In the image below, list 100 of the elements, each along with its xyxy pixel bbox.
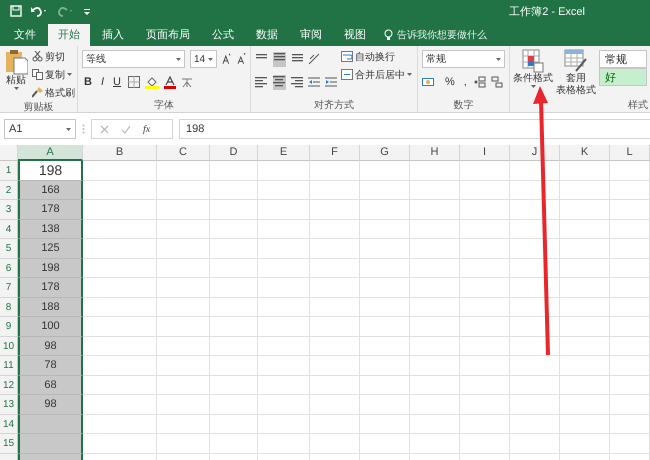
column-header[interactable]: J: [510, 145, 560, 161]
column-header[interactable]: H: [410, 145, 460, 161]
tell-me-field[interactable]: 告诉我你想要做什么: [384, 24, 487, 46]
table-cell: [510, 434, 560, 454]
table-cell: [310, 258, 360, 278]
row-header[interactable]: 3: [0, 200, 18, 220]
table-cell: [157, 298, 210, 317]
table-cell: [258, 414, 310, 434]
column-header[interactable]: K: [560, 145, 610, 161]
table-cell: [210, 180, 258, 200]
font-color-icon[interactable]: [164, 76, 176, 88]
copy-button[interactable]: 复制: [32, 67, 75, 82]
table-cell: [210, 220, 258, 239]
column-header[interactable]: E: [258, 145, 310, 161]
formula-input[interactable]: 198: [179, 119, 650, 139]
column-header[interactable]: C: [157, 145, 210, 161]
table-cell: [610, 278, 650, 298]
row-header[interactable]: 13: [0, 395, 18, 414]
bold-button[interactable]: B: [82, 76, 94, 88]
row-header[interactable]: 11: [0, 356, 18, 376]
column-header[interactable]: I: [460, 145, 510, 161]
ribbon-tab[interactable]: 文件: [4, 24, 46, 46]
paste-button[interactable]: 粘贴: [4, 49, 28, 100]
format-as-table-button[interactable]: 套用 表格格式: [556, 49, 596, 98]
underline-button[interactable]: U: [111, 76, 123, 88]
table-cell: [210, 200, 258, 220]
row-header[interactable]: 7: [0, 278, 18, 298]
row-header[interactable]: 6: [0, 258, 18, 278]
align-right-icon[interactable]: [291, 76, 304, 88]
cell-style-option[interactable]: 好: [599, 68, 647, 86]
table-cell: 68: [18, 376, 83, 395]
row-header[interactable]: 4: [0, 220, 18, 239]
phonetic-icon[interactable]: [180, 76, 193, 88]
insert-function-button[interactable]: fx: [143, 124, 150, 134]
row-header[interactable]: 12: [0, 376, 18, 395]
table-cell: [560, 278, 610, 298]
cut-button[interactable]: 剪切: [32, 49, 75, 64]
table-cell: [360, 258, 410, 278]
table-cell: [258, 434, 310, 454]
font-size-dropdown[interactable]: 14: [190, 50, 217, 68]
cell-style-option[interactable]: 常规: [599, 50, 647, 68]
borders-icon[interactable]: [128, 76, 140, 88]
row-header[interactable]: 15: [0, 434, 18, 454]
align-center-icon[interactable]: [273, 74, 286, 86]
column-header[interactable]: B: [83, 145, 157, 161]
table-cell: [210, 434, 258, 454]
decrease-indent-icon[interactable]: [308, 76, 320, 88]
font-name-dropdown[interactable]: 等线: [82, 50, 185, 68]
ribbon-tab[interactable]: 数据: [246, 24, 288, 46]
ribbon-tab[interactable]: 公式: [202, 24, 244, 46]
percent-button[interactable]: %: [443, 76, 457, 88]
middle-align-icon[interactable]: [273, 52, 286, 64]
table-cell: [157, 414, 210, 434]
orientation-icon[interactable]: [308, 53, 320, 65]
table-cell: [410, 298, 460, 317]
ribbon-tab[interactable]: 审阅: [290, 24, 332, 46]
ribbon-tab[interactable]: 页面布局: [136, 24, 200, 46]
table-cell: [460, 336, 510, 356]
wrap-text-button[interactable]: 自动换行: [341, 49, 412, 64]
table-cell: [258, 220, 310, 239]
table-cell: [560, 180, 610, 200]
column-header[interactable]: F: [310, 145, 360, 161]
row-header[interactable]: 9: [0, 317, 18, 336]
column-header[interactable]: A: [18, 145, 83, 161]
ribbon-tab[interactable]: 开始: [48, 24, 90, 46]
table-cell: [560, 239, 610, 258]
undo-icon[interactable]: [30, 5, 48, 17]
row-header[interactable]: 2: [0, 180, 18, 200]
increase-decimal-icon[interactable]: [474, 76, 486, 88]
fill-color-icon[interactable]: [144, 76, 159, 88]
table-cell: 98: [18, 395, 83, 414]
table-cell: [258, 200, 310, 220]
table-cell: [460, 317, 510, 336]
row-header[interactable]: 10: [0, 336, 18, 356]
column-header[interactable]: D: [210, 145, 258, 161]
increase-font-icon[interactable]: [222, 53, 232, 65]
row-header[interactable]: 14: [0, 414, 18, 434]
table-cell: [258, 278, 310, 298]
comma-button[interactable]: ,: [462, 76, 469, 88]
align-left-icon[interactable]: [255, 76, 268, 88]
table-cell: [157, 434, 210, 454]
row-header[interactable]: 1: [0, 161, 18, 180]
table-cell: [258, 395, 310, 414]
ribbon-tab[interactable]: 插入: [92, 24, 134, 46]
column-header[interactable]: L: [610, 145, 650, 161]
ribbon-tab[interactable]: 视图: [334, 24, 376, 46]
row-header[interactable]: 8: [0, 298, 18, 317]
number-format-dropdown[interactable]: 常规: [422, 50, 505, 68]
table-cell: [210, 239, 258, 258]
italic-button[interactable]: I: [98, 76, 106, 88]
name-box[interactable]: A1: [4, 119, 76, 139]
merge-center-button[interactable]: 合并后居中: [341, 67, 412, 82]
save-icon[interactable]: [10, 5, 22, 17]
column-header[interactable]: G: [360, 145, 410, 161]
decrease-decimal-icon[interactable]: [490, 76, 503, 88]
increase-indent-icon[interactable]: [325, 76, 337, 88]
row-header[interactable]: 5: [0, 239, 18, 258]
format-painter-button[interactable]: 格式刷: [32, 85, 75, 100]
table-cell: [510, 278, 560, 298]
decrease-font-icon[interactable]: [236, 53, 246, 65]
